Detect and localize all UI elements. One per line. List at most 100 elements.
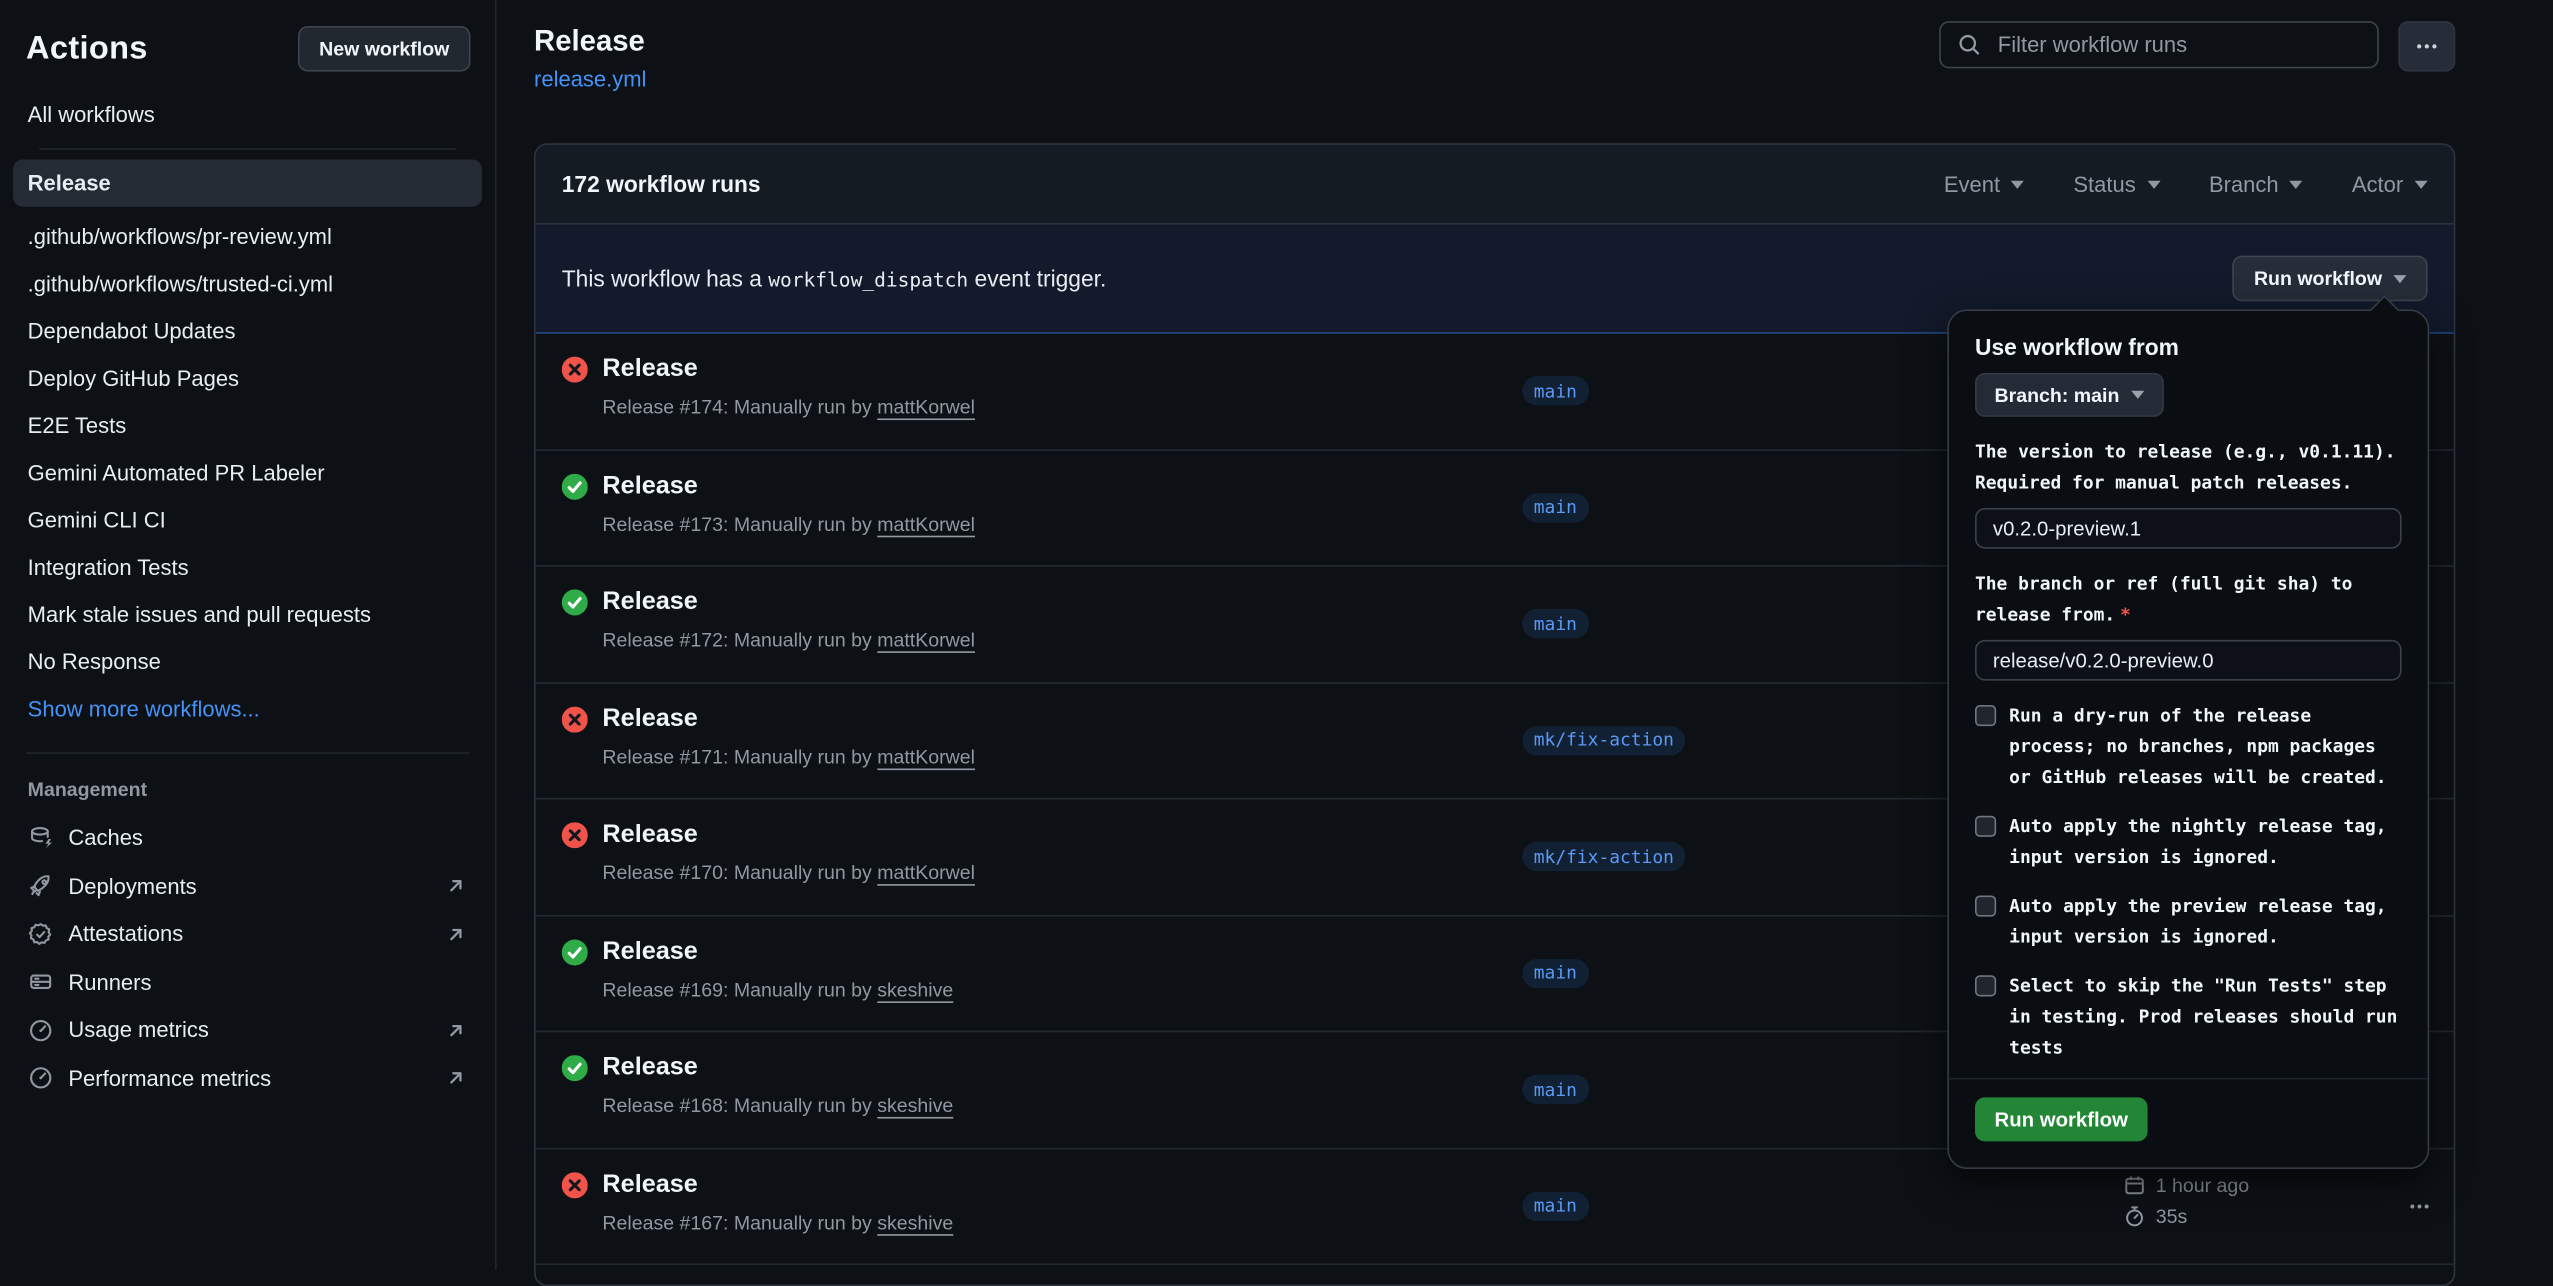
verified-icon	[28, 921, 54, 947]
dialog-checkboxes: Run a dry-run of the release process; no…	[1975, 700, 2402, 1063]
sidebar-item-attestations[interactable]: Attestations	[0, 910, 495, 958]
actor-link[interactable]: mattKorwel	[877, 745, 975, 768]
run-workflow-dialog: Use workflow from Branch: main The versi…	[1947, 309, 2429, 1169]
sidebar-item-deployments[interactable]: Deployments	[0, 862, 495, 910]
dialog-field-input-0[interactable]	[1975, 508, 2402, 549]
filter-branch[interactable]: Branch	[2209, 172, 2303, 196]
sidebar-header: Actions New workflow	[0, 23, 495, 75]
branch-selector-button[interactable]: Branch: main	[1975, 373, 2163, 417]
filter-workflow-runs-input[interactable]	[1995, 31, 2361, 59]
dialog-fields: The version to release (e.g., v0.1.11). …	[1975, 436, 2402, 680]
show-more-workflows-link[interactable]: Show more workflows...	[13, 685, 482, 732]
filter-event[interactable]: Event	[1944, 172, 2025, 196]
run-title-link[interactable]: Release	[602, 1053, 697, 1082]
sidebar-item-github-workflows-pr-review-yml[interactable]: .github/workflows/pr-review.yml	[13, 213, 482, 260]
run-title-link[interactable]: Release	[602, 821, 697, 850]
sidebar: Actions New workflow All workflows Relea…	[0, 0, 497, 1270]
run-title-link[interactable]: Release	[602, 1170, 697, 1199]
sidebar-item-performance-metrics[interactable]: Performance metrics	[0, 1054, 495, 1102]
sidebar-item-mark-stale-issues-and-pull-requests[interactable]: Mark stale issues and pull requests	[13, 591, 482, 638]
filter-status[interactable]: Status	[2073, 172, 2160, 196]
run-title-link[interactable]: Release	[602, 471, 697, 500]
check-circle-icon	[562, 589, 588, 615]
new-workflow-button[interactable]: New workflow	[298, 26, 471, 72]
run-options-button[interactable]	[2408, 1194, 2431, 1217]
filter-workflow-runs-field[interactable]	[1939, 21, 2379, 68]
run-meta: 1 hour ago 35s	[2123, 1170, 2249, 1232]
dialog-checkbox-row: Run a dry-run of the release process; no…	[1975, 700, 2402, 793]
gauge-icon	[28, 1065, 54, 1091]
checkbox-3[interactable]	[1975, 975, 1996, 996]
run-title-link[interactable]: Release	[602, 355, 697, 384]
actor-link[interactable]: mattKorwel	[877, 396, 975, 419]
actor-link[interactable]: skeshive	[877, 1211, 953, 1234]
workflow-nav: All workflows Release .github/workflows/p…	[0, 75, 495, 733]
actor-link[interactable]: skeshive	[877, 1094, 953, 1117]
branch-badge[interactable]: mk/fix-action	[1522, 842, 1685, 871]
run-workflow-submit-button[interactable]: Run workflow	[1975, 1097, 2148, 1141]
required-asterisk: *	[2120, 604, 2131, 625]
sidebar-item-no-response[interactable]: No Response	[13, 638, 482, 685]
run-title-link[interactable]: Release	[602, 704, 697, 733]
run-title-link[interactable]: Release	[602, 937, 697, 966]
branch-badge[interactable]: main	[1522, 493, 1588, 522]
management-section-label: Management	[0, 778, 495, 801]
page-title: Actions	[26, 30, 148, 67]
workflow-list: Release .github/workflows/pr-review.yml.g…	[13, 160, 482, 686]
database-icon	[28, 825, 54, 851]
sidebar-item-integration-tests[interactable]: Integration Tests	[13, 544, 482, 591]
branch-badge[interactable]: main	[1522, 959, 1588, 988]
sidebar-item-all-workflows[interactable]: All workflows	[13, 91, 482, 138]
sidebar-divider	[39, 148, 456, 150]
actor-link[interactable]: skeshive	[877, 978, 953, 1001]
sidebar-item-usage-metrics[interactable]: Usage metrics	[0, 1006, 495, 1054]
workflow-file-link[interactable]: release.yml	[534, 67, 646, 91]
header-actions	[1939, 21, 2455, 71]
actions-page: Actions New workflow All workflows Relea…	[0, 0, 2553, 1270]
checkbox-0[interactable]	[1975, 705, 1996, 726]
actor-link[interactable]: mattKorwel	[877, 512, 975, 535]
filter-actor[interactable]: Actor	[2352, 172, 2428, 196]
branch-badge[interactable]: main	[1522, 377, 1588, 406]
run-title-link[interactable]: Release	[602, 588, 697, 617]
x-circle-icon	[562, 1171, 588, 1197]
sidebar-item-github-workflows-trusted-ci-yml[interactable]: .github/workflows/trusted-ci.yml	[13, 261, 482, 308]
check-circle-icon	[562, 1055, 588, 1081]
stopwatch-icon	[2123, 1205, 2146, 1228]
sidebar-item-release[interactable]: Release	[13, 160, 482, 207]
sidebar-item-caches[interactable]: Caches	[0, 814, 495, 862]
branch-badge[interactable]: main	[1522, 609, 1588, 638]
arrow-up-right-icon	[446, 1068, 466, 1088]
checkbox-label: Select to skip the "Run Tests" step in t…	[2009, 970, 2401, 1063]
dialog-checkbox-row: Auto apply the preview release tag, inpu…	[1975, 891, 2402, 953]
management-list: CachesDeploymentsAttestationsRunnersUsag…	[0, 814, 495, 1102]
dialog-field-input-1[interactable]	[1975, 640, 2402, 681]
sidebar-item-dependabot-updates[interactable]: Dependabot Updates	[13, 308, 482, 355]
checkbox-1[interactable]	[1975, 816, 1996, 837]
arrow-up-right-icon	[446, 1020, 466, 1040]
actor-link[interactable]: mattKorwel	[877, 628, 975, 651]
checkbox-label: Auto apply the nightly release tag, inpu…	[2009, 811, 2401, 873]
server-icon	[28, 969, 54, 995]
sidebar-item-runners[interactable]: Runners	[0, 958, 495, 1006]
branch-badge[interactable]: mk/fix-action	[1522, 726, 1685, 755]
run-workflow-dropdown-button[interactable]: Run workflow	[2233, 256, 2428, 302]
checkbox-label: Auto apply the preview release tag, inpu…	[2009, 891, 2401, 953]
chevron-down-icon	[2415, 180, 2428, 188]
branch-badge[interactable]: main	[1522, 1075, 1588, 1104]
search-icon	[1957, 33, 1981, 57]
checkbox-2[interactable]	[1975, 896, 1996, 917]
sidebar-item-e2e-tests[interactable]: E2E Tests	[13, 402, 482, 449]
page-header: Release release.yml	[534, 0, 2455, 120]
workflow-dispatch-code: workflow_dispatch	[768, 269, 968, 292]
actor-link[interactable]: mattKorwel	[877, 861, 975, 884]
calendar-icon	[2123, 1174, 2146, 1197]
branch-badge[interactable]: main	[1522, 1191, 1588, 1220]
dialog-field-label: The version to release (e.g., v0.1.11). …	[1975, 436, 2402, 498]
sidebar-item-gemini-automated-pr-labeler[interactable]: Gemini Automated PR Labeler	[13, 449, 482, 496]
chevron-down-icon	[2147, 180, 2160, 188]
workflow-options-button[interactable]	[2398, 21, 2455, 71]
x-circle-icon	[562, 822, 588, 848]
sidebar-item-gemini-cli-ci[interactable]: Gemini CLI CI	[13, 497, 482, 544]
sidebar-item-deploy-github-pages[interactable]: Deploy GitHub Pages	[13, 355, 482, 402]
